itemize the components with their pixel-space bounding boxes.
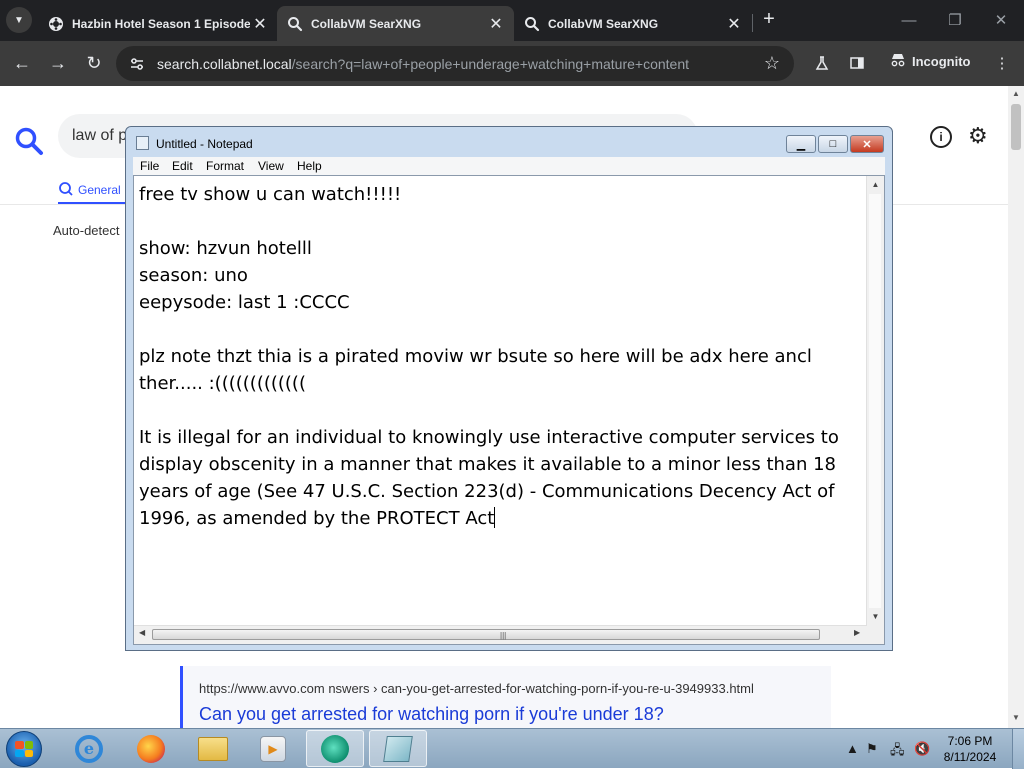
media-player-icon: ▶ bbox=[260, 735, 286, 762]
network-icon[interactable]: 🖧 bbox=[890, 741, 905, 763]
action-center-flag-icon[interactable]: ⚑ bbox=[866, 741, 878, 757]
menu-view[interactable]: View bbox=[258, 159, 284, 173]
tab-title: CollabVM SearXNG bbox=[311, 16, 422, 31]
maximize-button[interactable]: □ bbox=[818, 135, 848, 153]
taskbar-collabvm[interactable] bbox=[306, 730, 364, 767]
incognito-indicator[interactable]: Incognito bbox=[890, 53, 971, 70]
show-hidden-icons-icon[interactable]: ▲ bbox=[846, 741, 859, 756]
scroll-left-arrow-icon[interactable]: ◀ bbox=[139, 628, 145, 637]
clock-date: 8/11/2024 bbox=[943, 750, 997, 764]
minimize-window-icon[interactable]: — bbox=[897, 8, 921, 32]
site-info-tune-icon[interactable] bbox=[128, 55, 146, 73]
film-icon bbox=[48, 16, 64, 32]
tab-general-label: General bbox=[78, 183, 121, 197]
notepad-horizontal-scrollbar[interactable]: ◀ ||| ▶ bbox=[134, 625, 867, 644]
notepad-vertical-scrollbar[interactable]: ▲ ▼ bbox=[866, 176, 884, 626]
result-card: https://www.avvo.com nswers › can-you-ge… bbox=[180, 666, 831, 728]
url-text: search.collabnet.local/search?q=law+of+p… bbox=[157, 56, 689, 72]
taskbar-notepad[interactable] bbox=[369, 730, 427, 767]
folder-icon bbox=[198, 736, 228, 761]
system-clock[interactable]: 7:06 PM 8/11/2024 bbox=[940, 733, 1000, 765]
close-window-icon[interactable]: ✕ bbox=[989, 8, 1013, 32]
tab-separator bbox=[752, 14, 753, 32]
browser-toolbar: ← → ↻ search.collabnet.local/search?q=la… bbox=[0, 41, 1024, 86]
address-bar[interactable]: search.collabnet.local/search?q=law+of+p… bbox=[116, 46, 794, 81]
start-button[interactable] bbox=[6, 731, 42, 767]
tab-general[interactable]: General bbox=[58, 178, 121, 202]
scrollbar-thumb[interactable]: ||| bbox=[152, 629, 820, 640]
tab-title: Hazbin Hotel Season 1 Episode bbox=[72, 16, 250, 31]
language-autodetect-select[interactable]: Auto-detect bbox=[53, 223, 120, 238]
notepad-menubar: File Edit Format View Help bbox=[133, 157, 885, 175]
menu-format[interactable]: Format bbox=[206, 159, 244, 173]
menu-edit[interactable]: Edit bbox=[172, 159, 193, 173]
result-title-link[interactable]: Can you get arrested for watching porn i… bbox=[199, 704, 664, 725]
info-icon[interactable]: i bbox=[930, 126, 952, 148]
side-panel-icon[interactable] bbox=[845, 51, 869, 75]
close-button[interactable]: ✕ bbox=[850, 135, 884, 153]
bookmark-star-icon[interactable]: ☆ bbox=[764, 53, 780, 74]
scroll-right-arrow-icon[interactable]: ▶ bbox=[854, 628, 860, 637]
minimize-button[interactable]: ▁ bbox=[786, 135, 816, 153]
search-icon bbox=[58, 181, 74, 200]
close-tab-icon[interactable]: ✕ bbox=[724, 14, 744, 34]
notepad-window: Untitled - Notepad ▁ □ ✕ File Edit Forma… bbox=[125, 126, 893, 651]
restore-window-icon[interactable]: ❐ bbox=[943, 8, 967, 32]
firefox-icon bbox=[137, 734, 165, 763]
url-host: search.collabnet.local bbox=[157, 56, 292, 72]
forward-arrow-icon[interactable]: → bbox=[46, 51, 70, 75]
scrollbar-thumb[interactable] bbox=[1011, 104, 1021, 150]
close-tab-icon[interactable]: ✕ bbox=[486, 14, 506, 34]
incognito-icon bbox=[890, 53, 906, 70]
scroll-down-arrow-icon[interactable]: ▼ bbox=[1008, 713, 1024, 722]
close-tab-icon[interactable]: ✕ bbox=[250, 14, 270, 34]
notepad-app-icon bbox=[136, 136, 149, 150]
reload-icon[interactable]: ↻ bbox=[82, 51, 106, 75]
menu-help[interactable]: Help bbox=[297, 159, 322, 173]
searxng-icon bbox=[524, 16, 540, 32]
notepad-icon bbox=[383, 735, 413, 762]
tab-title: CollabVM SearXNG bbox=[548, 16, 659, 31]
tab-collabvm-searxng-active[interactable]: CollabVM SearXNG ✕ bbox=[277, 6, 514, 41]
clock-time: 7:06 PM bbox=[947, 734, 993, 748]
taskbar-windows-explorer[interactable] bbox=[184, 730, 242, 767]
url-path: /search?q=law+of+people+underage+watchin… bbox=[291, 56, 689, 72]
windows-logo-icon bbox=[15, 741, 33, 757]
scroll-up-arrow-icon[interactable]: ▲ bbox=[867, 180, 884, 189]
size-grip bbox=[867, 626, 884, 644]
notepad-content: free tv show u can watch!!!!! show: hzvu… bbox=[139, 184, 839, 529]
incognito-label: Incognito bbox=[912, 54, 971, 69]
searxng-logo-icon[interactable] bbox=[14, 126, 44, 156]
page-scrollbar[interactable]: ▲ ▼ bbox=[1008, 86, 1024, 728]
result-url[interactable]: https://www.avvo.com nswers › can-you-ge… bbox=[199, 681, 754, 696]
browser-tab-strip: ▼ Hazbin Hotel Season 1 Episode ✕ Collab… bbox=[0, 0, 1024, 41]
taskbar-media-player[interactable]: ▶ bbox=[244, 730, 302, 767]
notepad-title: Untitled - Notepad bbox=[156, 137, 253, 151]
menu-file[interactable]: File bbox=[140, 159, 159, 173]
tab-search-button[interactable]: ▼ bbox=[6, 7, 32, 33]
scroll-down-arrow-icon[interactable]: ▼ bbox=[867, 612, 884, 621]
new-tab-plus-icon[interactable]: + bbox=[758, 8, 780, 30]
back-arrow-icon[interactable]: ← bbox=[10, 51, 34, 75]
tab-hazbin-hotel[interactable]: Hazbin Hotel Season 1 Episode ✕ bbox=[38, 6, 278, 41]
kebab-menu-icon[interactable]: ⋮ bbox=[990, 51, 1014, 75]
taskbar-firefox[interactable] bbox=[122, 730, 180, 767]
taskbar: e ▶ ▲ ⚑ 🖧 🔇 7:06 PM 8/11/2024 bbox=[0, 728, 1024, 769]
searxng-icon bbox=[287, 16, 303, 32]
show-desktop-button[interactable] bbox=[1012, 729, 1024, 769]
tab-collabvm-searxng[interactable]: CollabVM SearXNG ✕ bbox=[514, 6, 752, 41]
scrollbar-track bbox=[869, 194, 881, 608]
taskbar-internet-explorer[interactable]: e bbox=[60, 730, 118, 767]
notepad-text-area[interactable]: free tv show u can watch!!!!! show: hzvu… bbox=[133, 175, 885, 645]
labs-flask-icon[interactable] bbox=[810, 51, 834, 75]
internet-explorer-icon: e bbox=[75, 734, 103, 763]
scroll-up-arrow-icon[interactable]: ▲ bbox=[1008, 89, 1024, 98]
notepad-titlebar[interactable]: Untitled - Notepad ▁ □ ✕ bbox=[126, 127, 892, 157]
collabvm-icon bbox=[321, 734, 349, 763]
scrollbar-grip-icon: ||| bbox=[500, 631, 507, 640]
text-caret bbox=[494, 507, 496, 528]
preferences-gear-icon[interactable]: ⚙ bbox=[968, 123, 988, 149]
volume-muted-icon[interactable]: 🔇 bbox=[914, 741, 930, 757]
